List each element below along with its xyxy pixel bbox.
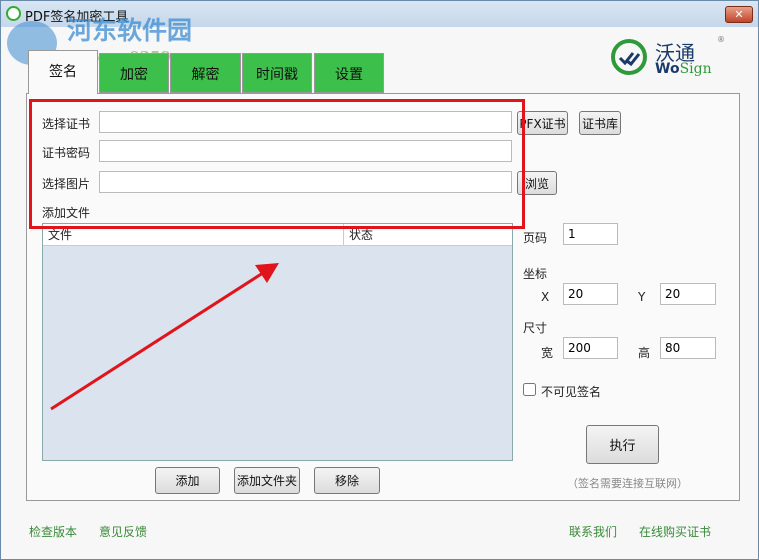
invisible-signature-label: 不可见签名 xyxy=(541,385,602,399)
tab-timestamp[interactable]: 时间戳 xyxy=(242,53,312,93)
wosign-check-icon xyxy=(611,39,647,75)
width-input[interactable] xyxy=(563,337,618,359)
watermark-text: 河东软件园 xyxy=(67,16,193,45)
tab-decrypt[interactable]: 解密 xyxy=(170,53,241,93)
contact-link[interactable]: 联系我们 xyxy=(569,523,617,540)
add-button[interactable]: 添加 xyxy=(155,467,220,494)
x-label: X xyxy=(541,290,550,304)
highlight-box xyxy=(29,99,525,229)
height-label: 高 xyxy=(638,346,651,360)
buy-cert-link[interactable]: 在线购买证书 xyxy=(639,523,711,540)
page-input[interactable] xyxy=(563,223,618,245)
app-icon xyxy=(6,6,21,21)
check-version-link[interactable]: 检查版本 xyxy=(29,523,77,540)
width-label: 宽 xyxy=(541,346,554,360)
tab-sign[interactable]: 签名 xyxy=(28,50,98,94)
annotation-arrow xyxy=(50,263,279,411)
remove-button[interactable]: 移除 xyxy=(314,467,380,494)
invisible-signature-checkbox[interactable] xyxy=(523,383,536,396)
coord-label: 坐标 xyxy=(523,267,548,281)
x-input[interactable] xyxy=(563,283,618,305)
app-window: PDF签名加密工具 ✕ 河东软件园 www.pc0359.cn 沃通 ® WoS… xyxy=(0,0,759,560)
y-input[interactable] xyxy=(660,283,716,305)
tab-settings[interactable]: 设置 xyxy=(314,53,384,93)
close-button[interactable]: ✕ xyxy=(725,6,753,23)
page-label: 页码 xyxy=(523,231,548,245)
feedback-link[interactable]: 意见反馈 xyxy=(99,523,147,540)
y-label: Y xyxy=(638,290,646,304)
execute-note: （签名需要连接互联网） xyxy=(567,477,688,490)
execute-button[interactable]: 执行 xyxy=(586,425,659,464)
size-label: 尺寸 xyxy=(523,321,548,335)
tab-encrypt[interactable]: 加密 xyxy=(99,53,169,93)
cert-store-button[interactable]: 证书库 xyxy=(579,111,621,135)
height-input[interactable] xyxy=(660,337,716,359)
add-folder-button[interactable]: 添加文件夹 xyxy=(234,467,300,494)
